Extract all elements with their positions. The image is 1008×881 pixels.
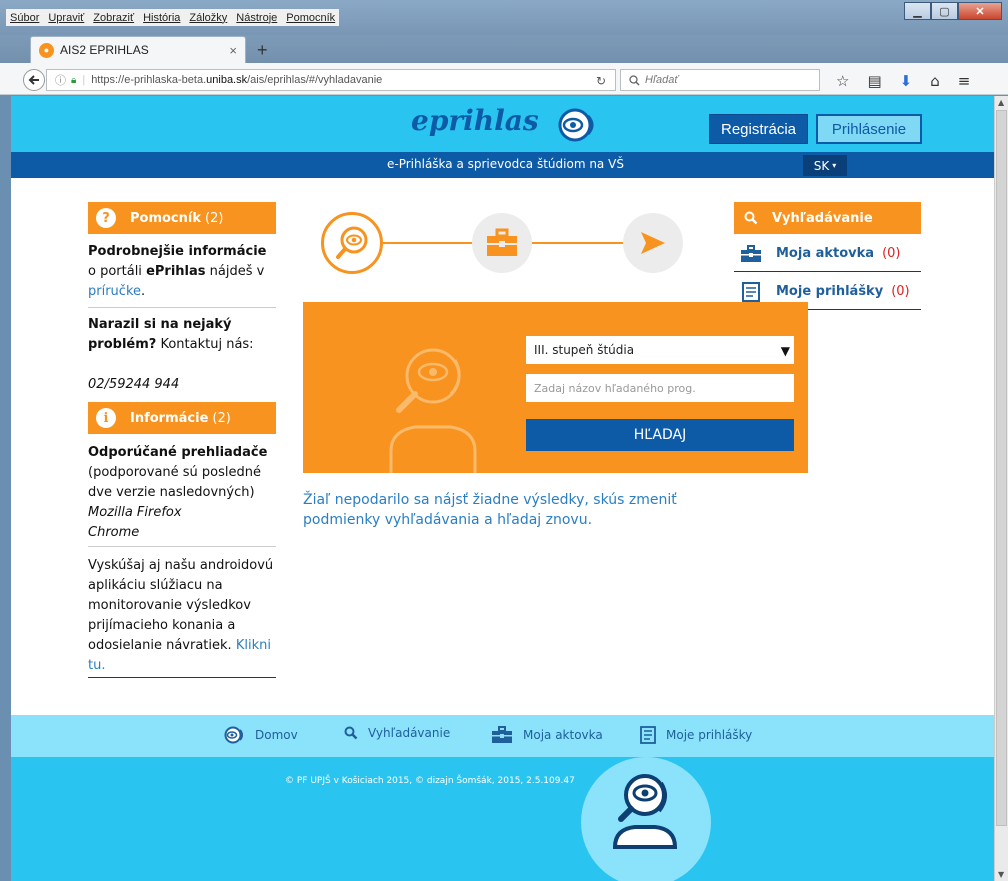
menu-bookmarks[interactable]: Záložky (189, 12, 227, 24)
tab-close-icon[interactable]: × (229, 43, 237, 58)
help-panel-header[interactable]: ? Pomocník (2) (88, 202, 276, 234)
select-caret-icon: ▼ (780, 344, 790, 358)
search-icon (629, 74, 640, 86)
send-arrow-icon (641, 232, 665, 254)
site-header: eprihlas Registrácia Prihlásenie (11, 96, 994, 152)
menu-help[interactable]: Pomocník (286, 12, 335, 24)
window-controls: ▁ ▢ ✕ (904, 2, 1002, 20)
url-separator: | (82, 74, 86, 86)
footer-nav-search[interactable]: Vyhľadávanie (344, 726, 450, 740)
bookmark-star-icon[interactable]: ☆ (836, 72, 849, 90)
menu-file[interactable]: Súbor (10, 12, 39, 24)
android-app-text: Vyskúšaj aj našu androidovú aplikáciu sl… (88, 558, 274, 673)
browser-firefox: Mozilla Firefox (88, 505, 182, 520)
divider (88, 546, 276, 547)
search-button[interactable]: HĽADAJ (526, 419, 794, 451)
info-panel-header[interactable]: i Informácie (2) (88, 402, 276, 434)
tab-title: AIS2 EPRIHLAS (60, 43, 149, 57)
menu-edit[interactable]: Upraviť (48, 12, 84, 24)
search-bar[interactable]: Hľadať (620, 69, 820, 91)
mascot-badge (581, 757, 711, 881)
page-viewport: eprihlas Registrácia Prihlásenie e-Prihl… (11, 96, 994, 881)
step-connector (532, 242, 623, 244)
step-send[interactable] (623, 213, 683, 273)
scroll-down-icon[interactable]: ▼ (998, 870, 1004, 879)
help-text: Podrobnejšie informácie o portáli ePrihl… (88, 244, 267, 299)
divider (88, 677, 276, 678)
study-level-select[interactable]: III. stupeň štúdia ▼ (526, 336, 794, 364)
favicon-icon: ● (39, 42, 54, 58)
reading-list-icon[interactable]: ▤ (867, 72, 881, 90)
language-select[interactable]: SK ▾ (803, 155, 847, 176)
sub-header: e-Prihláška a sprievodca štúdiom na VŠ S… (11, 152, 994, 178)
lock-icon: 🔒︎ (71, 74, 77, 86)
program-name-input[interactable] (526, 374, 794, 402)
eye-logo-icon (223, 726, 245, 744)
menu-tools[interactable]: Nástroje (236, 12, 277, 24)
tagline: e-Prihláška a sprievodca štúdiom na VŠ (387, 157, 624, 171)
search-placeholder: Hľadať (645, 74, 679, 86)
reload-icon[interactable]: ↻ (596, 74, 606, 88)
magnifier-eye-icon (336, 226, 368, 259)
document-icon (740, 281, 762, 302)
back-arrow-icon (28, 75, 39, 85)
footer-nav: Domov Vyhľadávanie Moja aktovka Moje pri… (11, 715, 994, 757)
home-icon[interactable]: ⌂ (930, 72, 940, 90)
step-search[interactable] (321, 212, 383, 274)
minimize-button[interactable]: ▁ (904, 2, 931, 20)
right-nav-briefcase[interactable]: Moja aktovka (0) (734, 236, 921, 272)
browser-chrome: Chrome (88, 525, 140, 540)
vertical-scrollbar[interactable]: ▲ ▼ (994, 96, 1008, 881)
step-briefcase[interactable] (472, 213, 532, 273)
scrollbar-thumb[interactable] (996, 110, 1007, 826)
copyright-text: © PF UPJŠ v Košiciach 2015, © dizajn Šom… (285, 776, 575, 786)
address-bar[interactable]: ⓘ 🔒︎ | https://e-prihlaska-beta.uniba.sk… (46, 69, 616, 91)
search-panel: III. stupeň štúdia ▼ HĽADAJ (303, 302, 808, 473)
maximize-button[interactable]: ▢ (931, 2, 958, 20)
close-window-button[interactable]: ✕ (958, 2, 1002, 20)
briefcase-icon (740, 244, 762, 263)
info-icon[interactable]: ⓘ (55, 72, 66, 88)
menu-history[interactable]: História (143, 12, 180, 24)
step-connector (383, 242, 472, 244)
divider (88, 307, 276, 308)
caret-down-icon: ▾ (832, 161, 837, 170)
new-tab-button[interactable]: + (257, 40, 268, 61)
problem-text: Narazil si na nejaký problém? Kontaktuj … (88, 317, 254, 352)
manual-link[interactable]: príručke (88, 284, 141, 299)
browsers-text: Odporúčané prehliadače (podporované sú po… (88, 445, 268, 540)
navigation-toolbar: ⓘ 🔒︎ | https://e-prihlaska-beta.uniba.sk… (0, 63, 1008, 95)
briefcase-icon (487, 228, 517, 256)
back-button[interactable] (23, 69, 45, 91)
search-icon (744, 211, 758, 225)
footer-nav-home[interactable]: Domov (223, 726, 298, 744)
search-icon (344, 726, 358, 740)
menu-bar: Súbor Upraviť Zobraziť História Záložky … (6, 9, 340, 26)
phone-number: 02/59244 944 (88, 377, 180, 392)
hamburger-menu-icon[interactable]: ≡ (958, 72, 971, 90)
downloads-icon[interactable]: ⬇ (900, 72, 913, 90)
footer-nav-applications[interactable]: Moje prihlášky (640, 726, 752, 744)
question-icon: ? (96, 208, 116, 228)
document-icon (640, 726, 656, 744)
url-text: https://e-prihlaska-beta.uniba.sk/ais/ep… (91, 74, 383, 86)
right-nav-search[interactable]: Vyhľadávanie (734, 202, 921, 234)
person-magnifier-mascot-icon (612, 774, 678, 849)
no-results-message: Žiaľ nepodarilo sa nájsť žiadne výsledky… (303, 492, 677, 528)
site-footer: © PF UPJŠ v Košiciach 2015, © dizajn Šom… (11, 757, 994, 881)
footer-nav-briefcase[interactable]: Moja aktovka (491, 726, 603, 744)
browser-tab[interactable]: ● AIS2 EPRIHLAS × (30, 36, 246, 63)
person-magnifier-illustration-icon (389, 348, 477, 473)
briefcase-icon (491, 726, 513, 744)
register-button[interactable]: Registrácia (709, 114, 808, 144)
menu-view[interactable]: Zobraziť (93, 12, 134, 24)
toolbar-icons: ☆ ▤ ⬇ ⌂ ≡ (836, 72, 970, 90)
login-button[interactable]: Prihlásenie (816, 114, 922, 144)
eye-logo-icon (558, 108, 594, 142)
site-logo[interactable]: eprihlas (411, 104, 539, 137)
scroll-up-icon[interactable]: ▲ (998, 98, 1004, 107)
info-icon: i (96, 408, 116, 428)
